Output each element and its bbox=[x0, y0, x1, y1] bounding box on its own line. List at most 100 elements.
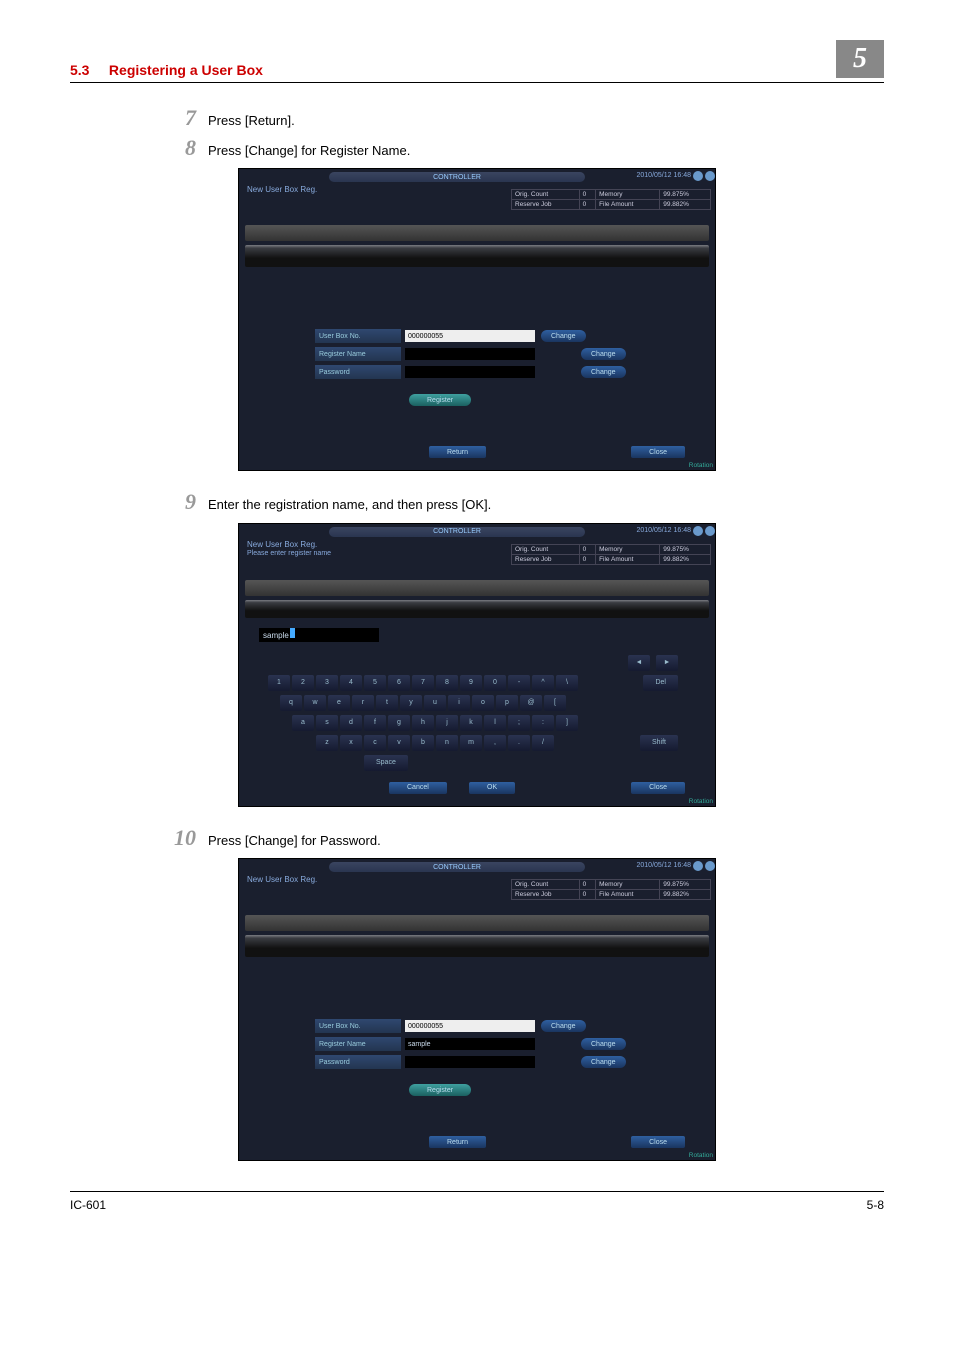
key-u[interactable]: u bbox=[424, 695, 446, 711]
key-j[interactable]: j bbox=[436, 715, 458, 731]
key-,[interactable]: , bbox=[484, 735, 506, 751]
key-/[interactable]: / bbox=[532, 735, 554, 751]
key-a[interactable]: a bbox=[292, 715, 314, 731]
key--[interactable]: - bbox=[508, 675, 530, 691]
keyboard-row: zxcvbnm,./ bbox=[315, 734, 687, 752]
step-number: 10 bbox=[160, 827, 196, 849]
key-@[interactable]: @ bbox=[520, 695, 542, 711]
key-p[interactable]: p bbox=[496, 695, 518, 711]
help-icon[interactable] bbox=[705, 861, 715, 871]
key-1[interactable]: 1 bbox=[268, 675, 290, 691]
key-^[interactable]: ^ bbox=[532, 675, 554, 691]
register-button[interactable]: Register bbox=[409, 1084, 471, 1096]
label-regname: Register Name bbox=[315, 347, 401, 361]
arrow-left-button[interactable]: ◄ bbox=[628, 655, 650, 671]
key-o[interactable]: o bbox=[472, 695, 494, 711]
key-7[interactable]: 7 bbox=[412, 675, 434, 691]
help-icon[interactable] bbox=[705, 526, 715, 536]
change-button[interactable]: Change bbox=[541, 1020, 586, 1032]
footer-left: IC-601 bbox=[70, 1198, 106, 1212]
key-t[interactable]: t bbox=[376, 695, 398, 711]
step-7: 7 Press [Return]. bbox=[160, 107, 884, 131]
key-h[interactable]: h bbox=[412, 715, 434, 731]
key-4[interactable]: 4 bbox=[340, 675, 362, 691]
home-icon[interactable] bbox=[693, 171, 703, 181]
return-button[interactable]: Return bbox=[429, 446, 486, 458]
key-i[interactable]: i bbox=[448, 695, 470, 711]
key-v[interactable]: v bbox=[388, 735, 410, 751]
key-z[interactable]: z bbox=[316, 735, 338, 751]
key-c[interactable]: c bbox=[364, 735, 386, 751]
cancel-button[interactable]: Cancel bbox=[389, 782, 447, 794]
change-button[interactable]: Change bbox=[581, 348, 626, 360]
key-w[interactable]: w bbox=[304, 695, 326, 711]
status-table: Orig. Count0Memory99.875% Reserve Job0Fi… bbox=[511, 879, 711, 900]
key-;[interactable]: ; bbox=[508, 715, 530, 731]
close-button[interactable]: Close bbox=[631, 1136, 685, 1148]
change-button[interactable]: Change bbox=[541, 330, 586, 342]
register-button[interactable]: Register bbox=[409, 394, 471, 406]
home-icon[interactable] bbox=[693, 526, 703, 536]
row-register: Register bbox=[409, 393, 471, 407]
key-0[interactable]: 0 bbox=[484, 675, 506, 691]
home-icon[interactable] bbox=[693, 861, 703, 871]
space-key[interactable]: Space bbox=[364, 755, 408, 771]
keyboard-row: 1234567890-^\ bbox=[267, 674, 687, 692]
shift-key[interactable]: Shift bbox=[640, 735, 678, 751]
rotation-label: Rotation bbox=[689, 462, 713, 469]
key-][interactable]: ] bbox=[556, 715, 578, 731]
key-f[interactable]: f bbox=[364, 715, 386, 731]
key-l[interactable]: l bbox=[484, 715, 506, 731]
input-regname[interactable]: sample bbox=[405, 1038, 535, 1050]
input-userbox[interactable]: 000000055 bbox=[405, 1020, 535, 1032]
key-g[interactable]: g bbox=[388, 715, 410, 731]
change-button[interactable]: Change bbox=[581, 1038, 626, 1050]
key-q[interactable]: q bbox=[280, 695, 302, 711]
key-.[interactable]: . bbox=[508, 735, 530, 751]
panel-header bbox=[245, 935, 709, 957]
key-k[interactable]: k bbox=[460, 715, 482, 731]
change-button[interactable]: Change bbox=[581, 1056, 626, 1068]
label-userbox: User Box No. bbox=[315, 329, 401, 343]
key-x[interactable]: x bbox=[340, 735, 362, 751]
step-text: Press [Change] for Register Name. bbox=[208, 137, 410, 161]
key-s[interactable]: s bbox=[316, 715, 338, 731]
input-regname[interactable] bbox=[405, 348, 535, 360]
key-8[interactable]: 8 bbox=[436, 675, 458, 691]
input-userbox[interactable]: 000000055 bbox=[405, 330, 535, 342]
key-d[interactable]: d bbox=[340, 715, 362, 731]
key-3[interactable]: 3 bbox=[316, 675, 338, 691]
key-5[interactable]: 5 bbox=[364, 675, 386, 691]
key-m[interactable]: m bbox=[460, 735, 482, 751]
return-button[interactable]: Return bbox=[429, 1136, 486, 1148]
step-10: 10 Press [Change] for Password. bbox=[160, 827, 884, 851]
section-heading: 5.3 Registering a User Box bbox=[70, 62, 263, 78]
key-9[interactable]: 9 bbox=[460, 675, 482, 691]
row-password: Password Change bbox=[315, 365, 626, 379]
ok-button[interactable]: OK bbox=[469, 782, 515, 794]
key-\[interactable]: \ bbox=[556, 675, 578, 691]
input-password[interactable] bbox=[405, 366, 535, 378]
key-r[interactable]: r bbox=[352, 695, 374, 711]
arrow-right-button[interactable]: ► bbox=[656, 655, 678, 671]
key-y[interactable]: y bbox=[400, 695, 422, 711]
text-entry[interactable]: sample bbox=[259, 628, 379, 642]
stat-label: File Amount bbox=[596, 200, 660, 210]
tab-bar bbox=[245, 225, 709, 241]
close-button[interactable]: Close bbox=[631, 782, 685, 794]
key-n[interactable]: n bbox=[436, 735, 458, 751]
key-2[interactable]: 2 bbox=[292, 675, 314, 691]
key-:[interactable]: : bbox=[532, 715, 554, 731]
key-[[interactable]: [ bbox=[544, 695, 566, 711]
key-e[interactable]: e bbox=[328, 695, 350, 711]
change-button[interactable]: Change bbox=[581, 366, 626, 378]
input-password[interactable] bbox=[405, 1056, 535, 1068]
del-key[interactable]: Del bbox=[643, 675, 678, 691]
step-8: 8 Press [Change] for Register Name. bbox=[160, 137, 884, 161]
key-b[interactable]: b bbox=[412, 735, 434, 751]
key-6[interactable]: 6 bbox=[388, 675, 410, 691]
rotation-label: Rotation bbox=[689, 798, 713, 805]
section-number: 5.3 bbox=[70, 62, 89, 78]
help-icon[interactable] bbox=[705, 171, 715, 181]
close-button[interactable]: Close bbox=[631, 446, 685, 458]
